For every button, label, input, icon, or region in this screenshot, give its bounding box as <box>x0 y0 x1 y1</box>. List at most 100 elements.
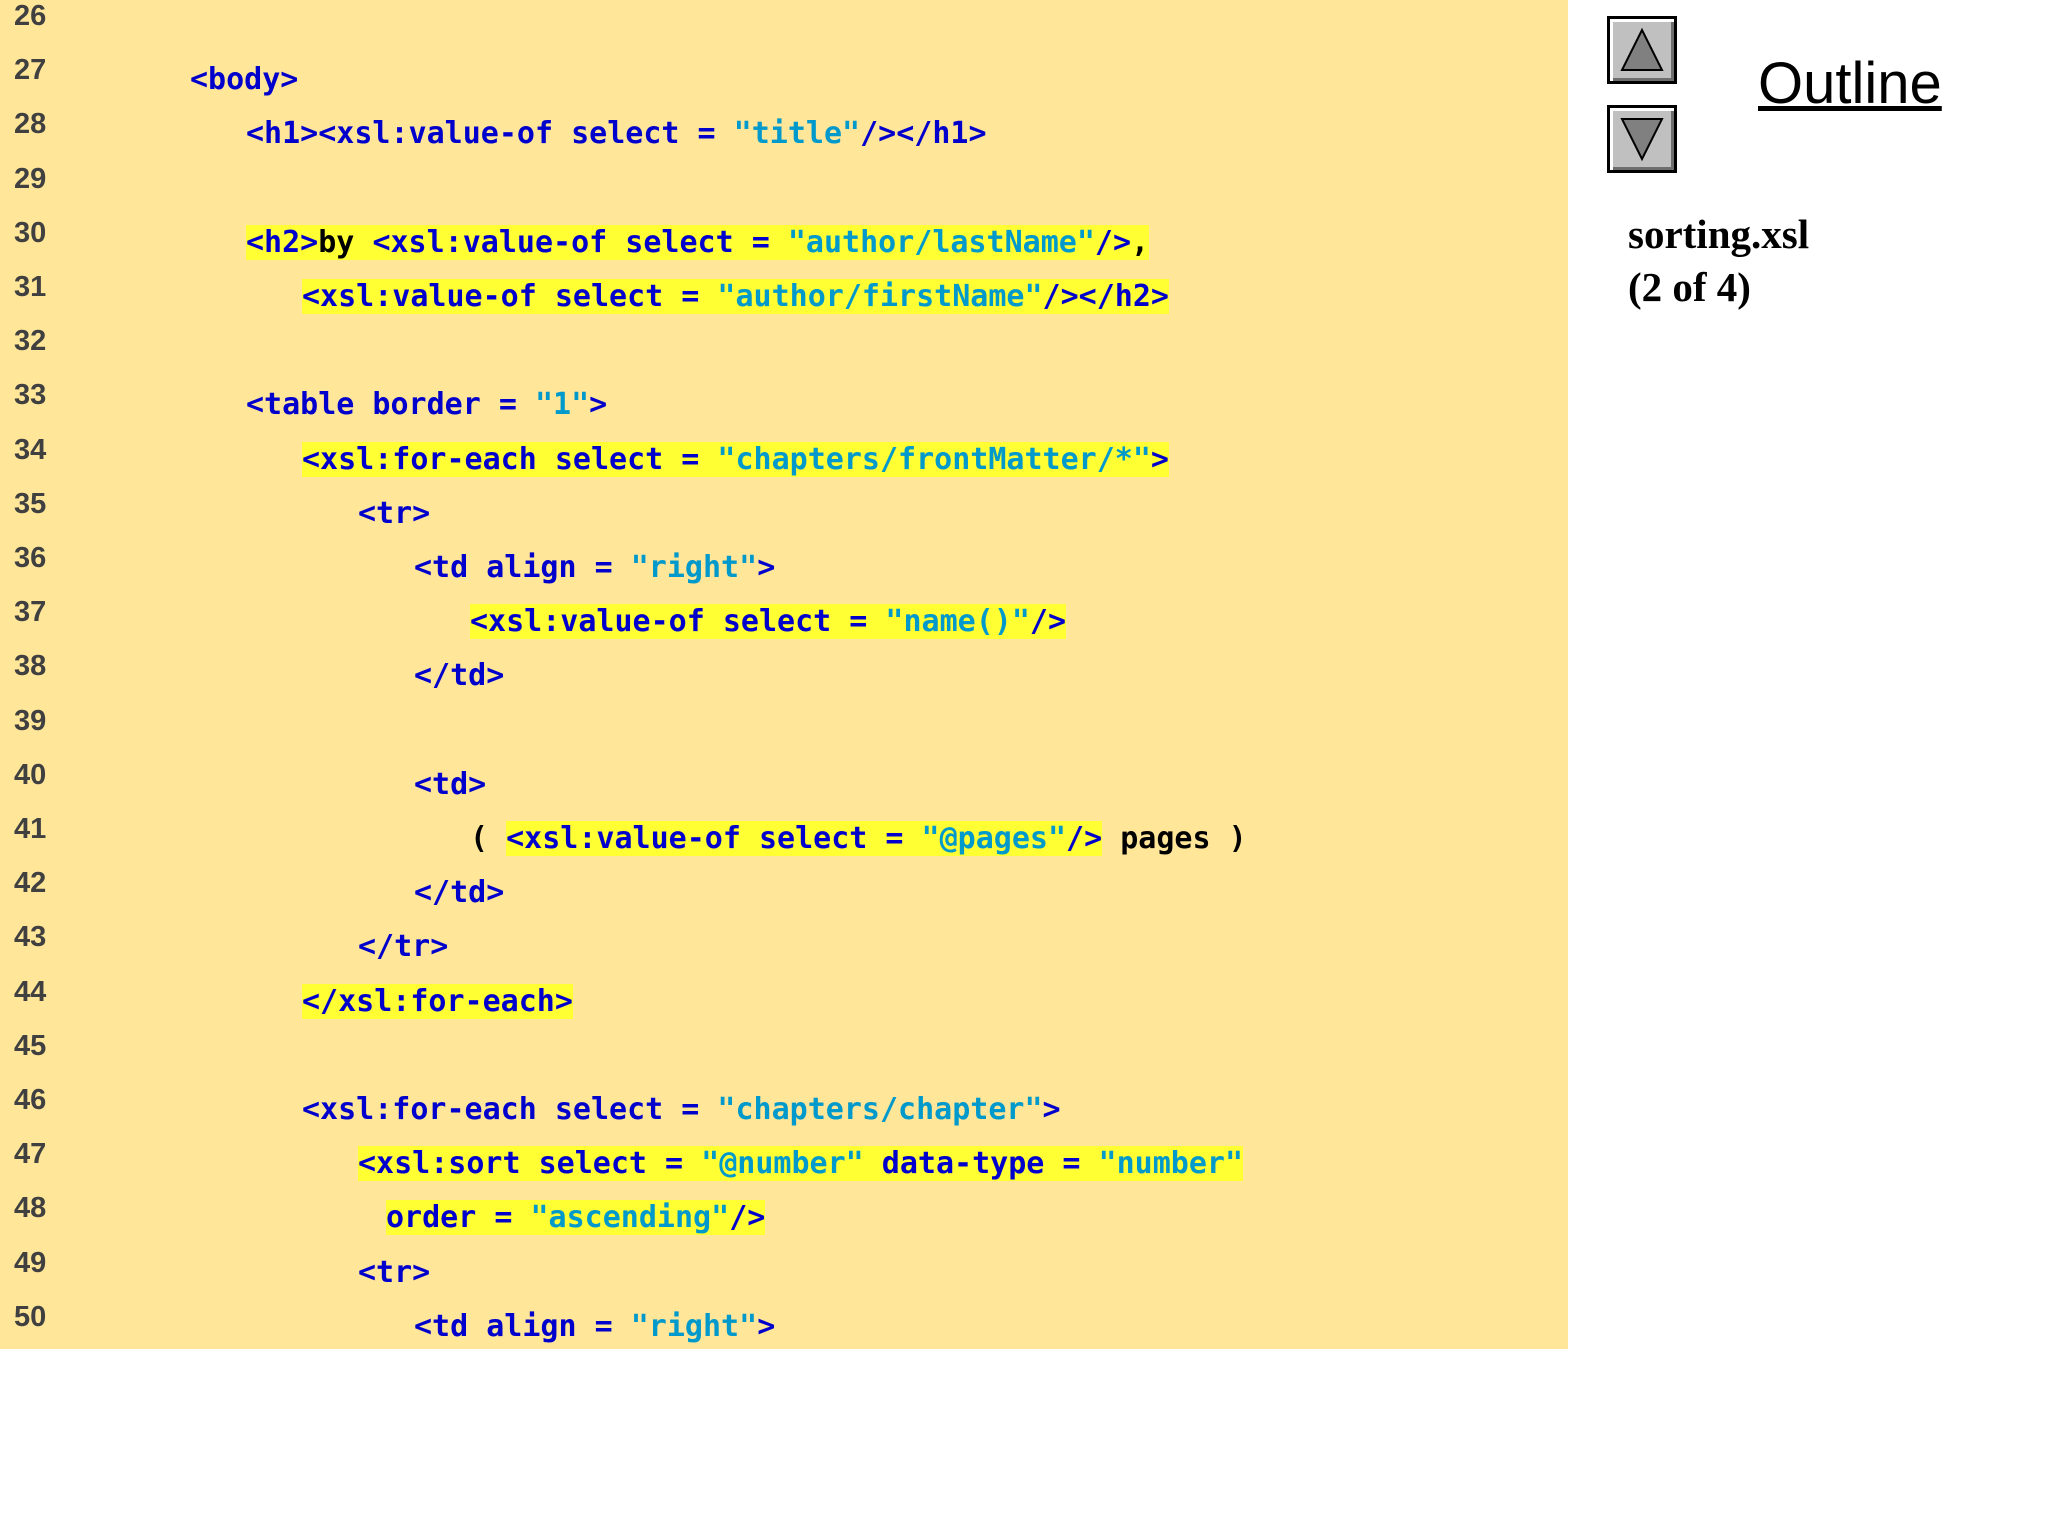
file-name-label: sorting.xsl <box>1628 211 1810 257</box>
code-text: <body> <box>190 62 298 98</box>
code-tag: </xsl:for-each> <box>302 983 573 1019</box>
code-text: ( <xsl:value-of select = "@pages"/> page… <box>470 821 1247 857</box>
code-line: 28 <h1><xsl:value-of select = "title"/></… <box>0 108 1568 162</box>
code-tag: /></h1> <box>860 116 987 152</box>
code-text: <xsl:value-of select = "author/firstName… <box>302 279 1169 315</box>
code-text-token: , <box>1131 224 1150 260</box>
line-number: 41 <box>14 813 47 845</box>
code-line: 37 <xsl:value-of select = "name()"/> <box>0 596 1568 650</box>
code-tag: > <box>757 1308 776 1344</box>
code-line: 38 </td> <box>0 650 1568 704</box>
line-number: 48 <box>14 1192 47 1225</box>
next-slide-button[interactable] <box>1607 105 1677 173</box>
line-number: 32 <box>14 325 47 358</box>
outline-link[interactable]: Outline <box>1758 50 1942 117</box>
code-line: 46 <xsl:for-each select = "chapters/chapt… <box>0 1084 1568 1138</box>
code-line: 29 <box>0 163 1568 217</box>
code-line: 47 <xsl:sort select = "@number" data-type… <box>0 1138 1568 1192</box>
code-line: 32 <box>0 325 1568 379</box>
code-tag: /> <box>1029 604 1067 640</box>
code-tag: /> <box>729 1200 766 1236</box>
line-number: 38 <box>14 650 47 683</box>
triangle-down-icon <box>1620 118 1664 162</box>
code-text: <tr> <box>358 496 430 532</box>
code-tag: <h1><xsl:value-of select = <box>246 116 734 152</box>
code-tag: </tr> <box>358 929 449 965</box>
code-line: 33 <table border = "1"> <box>0 379 1568 433</box>
code-text: <h2>by <xsl:value-of select = "author/la… <box>246 224 1150 261</box>
code-string: "1" <box>534 387 590 423</box>
code-text: </xsl:for-each> <box>302 983 573 1020</box>
code-tag: <xsl:value-of select = <box>470 604 886 640</box>
line-number: 49 <box>14 1246 47 1279</box>
code-text: <td align = "right"> <box>414 550 775 586</box>
code-string: "number" <box>1098 1146 1244 1182</box>
code-string: "@number" <box>701 1146 864 1182</box>
line-number: 46 <box>14 1084 47 1116</box>
code-tag: <xsl:value-of select = <box>506 821 922 856</box>
code-string: "ascending" <box>530 1200 730 1236</box>
code-tag: <h2> <box>246 224 319 260</box>
line-number: 35 <box>14 487 47 520</box>
code-string: "author/firstName" <box>717 279 1043 314</box>
code-tag: > <box>1150 441 1169 477</box>
code-text-token: ( <box>470 821 507 856</box>
code-line: 49 <tr> <box>0 1247 1568 1301</box>
code-string: "title" <box>733 116 861 152</box>
line-number: 34 <box>14 433 47 466</box>
code-tag: /></h2> <box>1042 279 1169 314</box>
code-line: 43 </tr> <box>0 921 1568 975</box>
code-text: <xsl:sort select = "@number" data-type =… <box>358 1146 1244 1182</box>
code-text: <td> <box>414 767 486 803</box>
code-listing: 26 27 <body> 28 <h1><xsl:value-of select = "… <box>0 0 1568 1349</box>
code-tag: data-type = <box>863 1146 1099 1182</box>
code-tag: > <box>589 387 608 423</box>
code-text: </td> <box>414 658 504 694</box>
code-string: "right" <box>630 550 758 585</box>
triangle-up-icon <box>1620 27 1664 71</box>
code-tag: <td> <box>414 766 487 802</box>
line-number: 39 <box>14 704 47 737</box>
previous-slide-button[interactable] <box>1607 16 1677 84</box>
page-indicator: (2 of 4) <box>1628 264 1751 310</box>
line-number: 28 <box>14 108 47 141</box>
code-line: 44 </xsl:for-each> <box>0 976 1568 1030</box>
code-text: <td align = "right"> <box>414 1309 775 1345</box>
code-tag: > <box>1042 1092 1061 1127</box>
code-text: <table border = "1"> <box>246 387 607 423</box>
code-string: "name()" <box>885 604 1030 640</box>
code-string: "right" <box>630 1308 758 1344</box>
code-line: 30 <h2>by <xsl:value-of select = "author/… <box>0 217 1568 271</box>
code-line: 31 <xsl:value-of select = "author/firstNa… <box>0 271 1568 325</box>
code-tag: <table border = <box>246 387 535 423</box>
code-text: <tr> <box>358 1255 430 1291</box>
code-line: 48 order = "ascending"/> <box>0 1192 1568 1246</box>
code-tag: <td align = <box>414 1308 631 1344</box>
code-text: </td> <box>414 875 504 911</box>
code-line: 40 <td> <box>0 759 1568 813</box>
code-string: "@pages" <box>921 821 1067 856</box>
line-number: 47 <box>14 1138 47 1171</box>
code-line: 50 <td align = "right"> <box>0 1301 1568 1355</box>
code-tag: </td> <box>414 658 505 694</box>
line-number: 30 <box>14 216 47 249</box>
line-number: 42 <box>14 867 47 900</box>
code-string: "chapters/chapter" <box>717 1092 1043 1127</box>
line-number: 40 <box>14 758 47 791</box>
line-number: 45 <box>14 1029 47 1062</box>
code-tag: </td> <box>414 875 505 911</box>
line-number: 27 <box>14 54 47 87</box>
code-text: </tr> <box>358 929 448 965</box>
line-number: 29 <box>14 162 47 195</box>
code-tag: <xsl:value-of select = <box>372 224 788 260</box>
code-tag: <xsl:for-each select = <box>302 441 718 477</box>
code-line: 45 <box>0 1030 1568 1084</box>
code-string: "chapters/frontMatter/*" <box>717 441 1151 477</box>
code-text-token: pages ) <box>1102 821 1247 856</box>
code-tag: <tr> <box>358 495 431 531</box>
line-number: 33 <box>14 379 47 412</box>
code-tag: <xsl:sort select = <box>358 1146 702 1182</box>
code-string: "author/lastName" <box>787 224 1095 260</box>
code-text: <h1><xsl:value-of select = "title"/></h1… <box>246 116 987 152</box>
line-number: 37 <box>14 596 47 629</box>
